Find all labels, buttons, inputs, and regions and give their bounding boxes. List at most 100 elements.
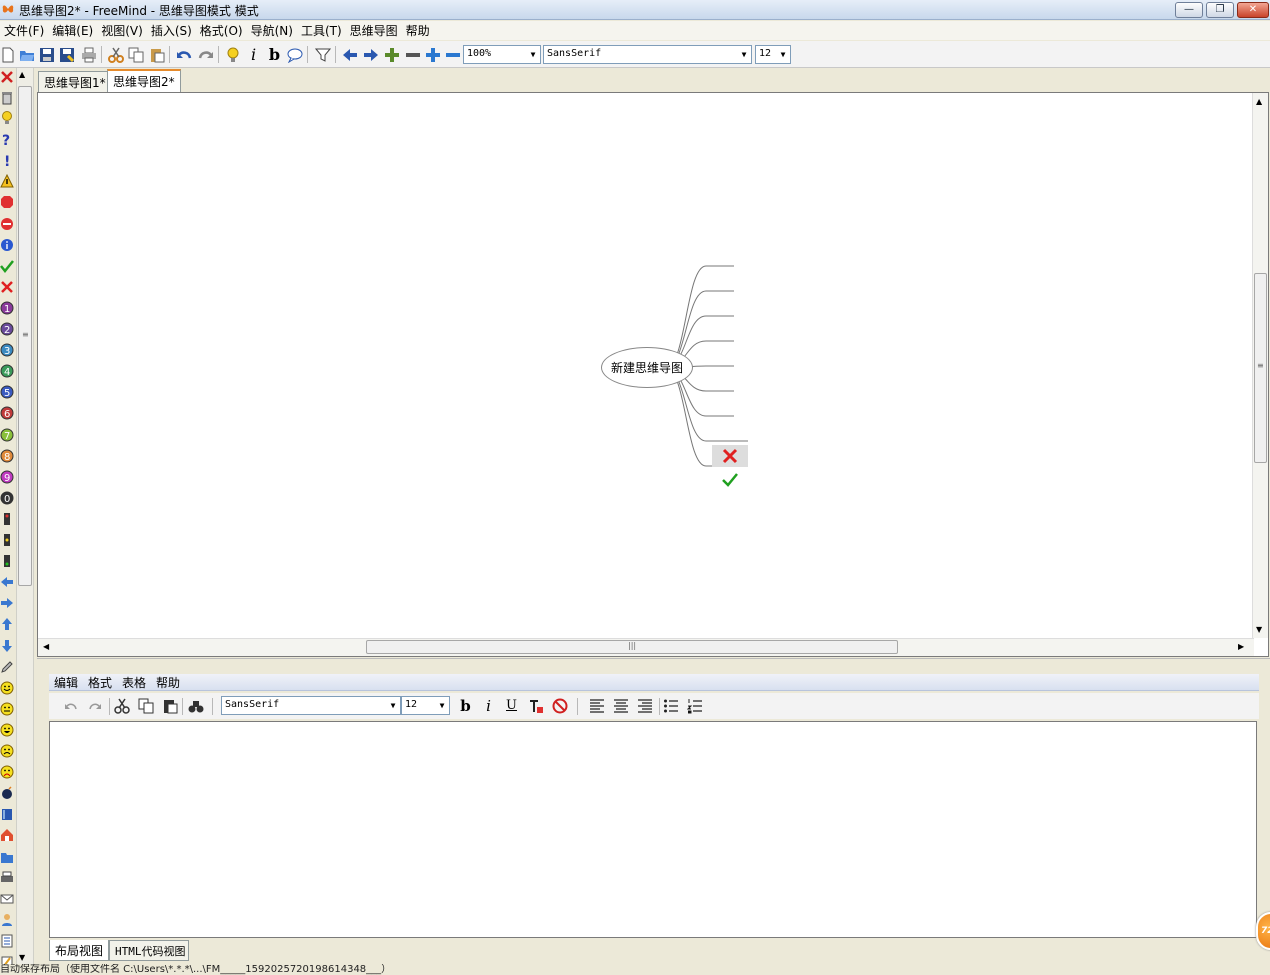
palette-book-button[interactable] (0, 807, 14, 823)
palette-warning-button[interactable] (0, 174, 14, 190)
palette-check-button[interactable] (0, 259, 14, 275)
notes-find-button[interactable] (186, 696, 205, 715)
palette-number-7-button[interactable]: 7 (0, 428, 14, 444)
floating-badge[interactable]: 72 (1256, 912, 1270, 950)
menu-edit[interactable]: 编辑(E) (48, 22, 97, 39)
notes-menu-edit[interactable]: 编辑 (49, 674, 83, 691)
palette-number-5-button[interactable]: 5 (0, 385, 14, 401)
notes-underline-button[interactable]: U (502, 696, 521, 715)
menu-mindmap[interactable]: 思维导图 (346, 22, 402, 39)
palette-idea-button[interactable] (0, 111, 14, 127)
notes-editor[interactable] (49, 721, 1257, 938)
notes-font-size-select[interactable]: 12 ▼ (401, 696, 450, 715)
palette-arrow-left-button[interactable] (0, 575, 14, 591)
palette-smiley-sad-button[interactable] (0, 744, 14, 760)
mindmap-canvas[interactable]: 新建思维导图 ▲ ≡ ▼ ◀ ||| ▶ (37, 92, 1269, 657)
palette-pencil-button[interactable] (0, 660, 14, 676)
menu-navigate[interactable]: 导航(N) (247, 22, 297, 39)
palette-folder-button[interactable] (0, 850, 14, 866)
palette-number-4-button[interactable]: 4 (0, 364, 14, 380)
tab-map-1[interactable]: 思维导图1* (38, 71, 112, 92)
palette-envelope-button[interactable] (0, 892, 14, 908)
redo-button[interactable] (196, 45, 215, 64)
menu-format[interactable]: 格式(O) (196, 22, 247, 39)
maximize-button[interactable]: ❐ (1206, 2, 1234, 18)
save-button[interactable] (37, 45, 56, 64)
align-right-button[interactable] (635, 696, 654, 715)
scroll-left-icon[interactable]: ◀ (43, 642, 49, 651)
save-as-button[interactable] (57, 45, 76, 64)
menu-file[interactable]: 文件(F) (0, 22, 48, 39)
palette-arrow-down-button[interactable] (0, 639, 14, 655)
palette-no-entry-button[interactable] (0, 217, 14, 233)
copy-button[interactable] (126, 45, 145, 64)
notes-italic-button[interactable]: i (479, 696, 498, 715)
menu-view[interactable]: 视图(V) (97, 22, 147, 39)
scroll-right-icon[interactable]: ▶ (1238, 642, 1244, 651)
scroll-down-icon[interactable]: ▼ (19, 953, 25, 962)
new-map-button[interactable] (0, 45, 17, 64)
zoom-out-button[interactable] (443, 45, 462, 64)
numbered-list-button[interactable] (685, 696, 704, 715)
palette-list-button[interactable] (0, 934, 14, 950)
menu-insert[interactable]: 插入(S) (147, 22, 196, 39)
notes-undo-button[interactable] (61, 696, 80, 715)
italic-button[interactable]: i (244, 45, 263, 64)
palette-number-1-button[interactable]: 1 (0, 301, 14, 317)
canvas-horizontal-scrollbar[interactable]: ◀ ||| ▶ (38, 638, 1254, 656)
menu-tools[interactable]: 工具(T) (297, 22, 346, 39)
notes-cut-button[interactable] (112, 696, 131, 715)
palette-info-button[interactable] (0, 238, 14, 254)
palette-traffic-light-yellow-button[interactable] (0, 533, 14, 549)
zoom-select[interactable]: 100% ▼ (463, 45, 541, 64)
palette-traffic-light-red-button[interactable] (0, 512, 14, 528)
notes-clear-format-button[interactable] (550, 696, 569, 715)
palette-question-button[interactable]: ? (0, 132, 14, 149)
palette-smiley-angry-button[interactable] (0, 765, 14, 781)
palette-smiley-laugh-button[interactable] (0, 723, 14, 739)
palette-number-9-button[interactable]: 9 (0, 470, 14, 486)
notes-menu-format[interactable]: 格式 (83, 674, 117, 691)
palette-smiley-neutral-button[interactable] (0, 702, 14, 718)
palette-printer-button[interactable] (0, 871, 14, 887)
minimize-button[interactable]: — (1175, 2, 1203, 18)
zoom-in-button[interactable] (423, 45, 442, 64)
notes-bold-button[interactable]: b (456, 696, 475, 715)
split-pane-divider[interactable] (37, 658, 1270, 666)
palette-number-6-button[interactable]: 6 (0, 406, 14, 422)
palette-exclamation-button[interactable]: ! (0, 153, 14, 170)
notes-redo-button[interactable] (85, 696, 104, 715)
tab-map-2[interactable]: 思维导图2* (107, 69, 181, 92)
palette-bomb-button[interactable] (0, 786, 14, 802)
font-family-select[interactable]: SansSerif ▼ (543, 45, 752, 64)
scroll-up-icon[interactable]: ▲ (19, 70, 25, 79)
scroll-down-icon[interactable]: ▼ (1256, 625, 1262, 634)
filter-button[interactable] (313, 45, 332, 64)
bold-button[interactable]: b (265, 45, 284, 64)
align-left-button[interactable] (587, 696, 606, 715)
palette-stop-button[interactable] (0, 195, 14, 211)
navigate-back-button[interactable] (340, 45, 359, 64)
cut-button[interactable] (106, 45, 125, 64)
palette-traffic-light-green-button[interactable] (0, 554, 14, 570)
palette-house-button[interactable] (0, 828, 14, 844)
tab-layout-view[interactable]: 布局视图 (49, 940, 109, 961)
palette-arrow-right-button[interactable] (0, 596, 14, 612)
canvas-vertical-scrollbar[interactable]: ▲ ≡ ▼ (1252, 93, 1268, 638)
close-button[interactable]: ✕ (1237, 2, 1269, 18)
print-button[interactable] (79, 45, 98, 64)
palette-number-3-button[interactable]: 3 (0, 343, 14, 359)
fold-button[interactable] (403, 45, 422, 64)
notes-menu-help[interactable]: 帮助 (151, 674, 185, 691)
tab-html-view[interactable]: HTML代码视图 (109, 940, 189, 961)
palette-number-8-button[interactable]: 8 (0, 449, 14, 465)
notes-font-select[interactable]: SansSerif ▼ (221, 696, 401, 715)
branch-node-cross[interactable] (712, 445, 748, 467)
palette-cross-button[interactable] (0, 280, 14, 296)
palette-arrow-up-button[interactable] (0, 617, 14, 633)
palette-male-button[interactable] (0, 913, 14, 929)
palette-number-2-button[interactable]: 2 (0, 322, 14, 338)
root-node[interactable]: 新建思维导图 (601, 347, 693, 388)
idea-button[interactable] (223, 45, 242, 64)
branch-node-check[interactable] (712, 469, 748, 491)
